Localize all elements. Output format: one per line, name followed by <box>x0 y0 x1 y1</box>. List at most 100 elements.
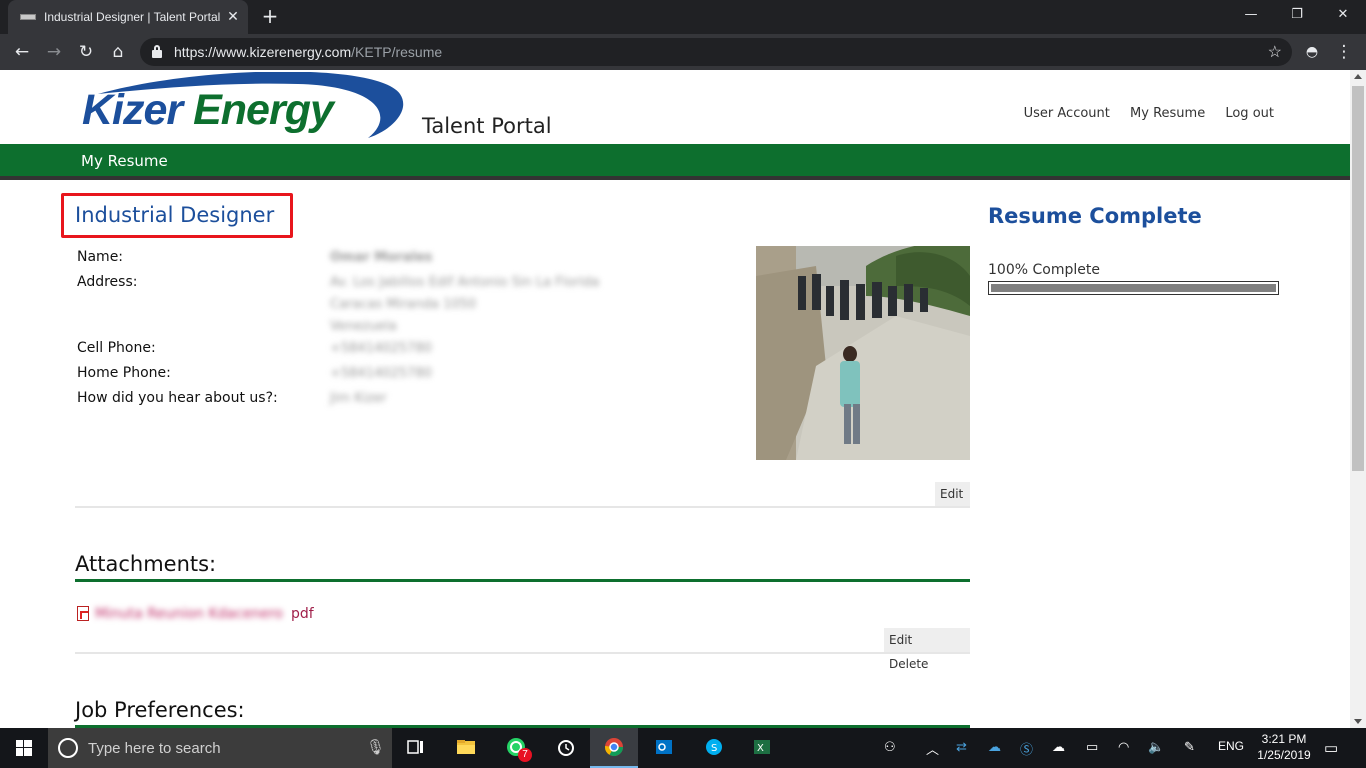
resume-progress-fill <box>991 284 1276 292</box>
task-view-button[interactable] <box>392 728 440 768</box>
referral-label: How did you hear about us?: <box>77 390 278 406</box>
browser-tab[interactable]: Industrial Designer | Talent Portal ✕ <box>8 0 248 34</box>
scroll-up-icon[interactable] <box>1354 74 1362 79</box>
cell-phone-value: +58414025780 <box>330 341 432 356</box>
windows-taskbar: Type here to search 🎙 7 S X ⚇ ︿ ⇄ ☁ Ⓢ ☁ … <box>0 728 1366 768</box>
user-account-link[interactable]: User Account <box>1024 106 1110 121</box>
back-icon[interactable]: ← <box>10 40 34 64</box>
edit-attachment-button[interactable]: Edit <box>884 633 917 647</box>
whatsapp-button[interactable]: 7 <box>492 728 540 768</box>
show-hidden-icons-chevron-icon[interactable]: ︿ <box>926 739 939 758</box>
pdf-icon <box>77 606 89 621</box>
site-header: Kizer Energy Talent Portal User Account … <box>0 70 1350 144</box>
window-close-icon[interactable]: ✕ <box>1320 0 1366 30</box>
address-label: Address: <box>77 274 138 290</box>
logo-wordmark: Kizer Energy <box>82 86 334 134</box>
teamviewer-tray-icon[interactable]: ⇄ <box>956 739 967 755</box>
onedrive-cloud-icon[interactable]: ☁ <box>988 739 1001 755</box>
browser-tab-strip: Industrial Designer | Talent Portal ✕ + … <box>0 0 1366 34</box>
tab-close-icon[interactable]: ✕ <box>224 7 242 25</box>
upload-cloud-icon[interactable]: ☁ <box>1052 739 1065 755</box>
chrome-button[interactable] <box>590 728 638 768</box>
task-view-icon <box>407 740 423 754</box>
clock-time: 3:21 PM <box>1261 732 1307 746</box>
tab-title: Industrial Designer | Talent Portal <box>44 10 221 24</box>
outlook-icon <box>656 740 672 754</box>
cell-phone-label: Cell Phone: <box>77 340 156 356</box>
windows-logo-icon <box>16 740 32 756</box>
home-phone-label: Home Phone: <box>77 365 171 381</box>
battery-icon[interactable]: ▭ <box>1086 739 1098 755</box>
name-label: Name: <box>77 249 124 265</box>
alarm-app-button[interactable] <box>542 728 590 768</box>
bookmark-star-icon[interactable]: ☆ <box>1268 42 1282 62</box>
new-tab-icon[interactable]: + <box>258 5 282 29</box>
home-icon[interactable]: ⌂ <box>106 40 130 64</box>
forward-icon[interactable]: → <box>42 40 66 64</box>
whatsapp-badge: 7 <box>518 748 532 762</box>
address-line-3: Venezuela <box>330 319 397 334</box>
attachments-divider <box>75 652 970 654</box>
folder-icon <box>457 740 475 754</box>
menu-icon[interactable]: ⋮ <box>1332 40 1356 64</box>
attachment-extension[interactable]: pdf <box>291 606 314 622</box>
profile-photo <box>756 246 970 460</box>
address-line-2: Caracas Miranda 1050 <box>330 297 477 312</box>
outlook-button[interactable] <box>640 728 688 768</box>
referral-value: Jim Kizer <box>330 391 387 406</box>
action-center-icon[interactable]: ▭ <box>1324 739 1338 757</box>
home-phone-value: +58414025780 <box>330 366 432 381</box>
scroll-thumb[interactable] <box>1352 86 1364 471</box>
wifi-icon[interactable]: ◠ <box>1118 739 1129 755</box>
attachments-heading: Attachments: <box>75 552 217 576</box>
lock-icon <box>152 45 162 58</box>
volume-icon[interactable]: 🔈 <box>1148 739 1164 755</box>
main-nav-bar: My Resume <box>0 144 1350 180</box>
log-out-link[interactable]: Log out <box>1225 106 1274 121</box>
people-icon[interactable]: ⚇ <box>884 739 896 755</box>
minimize-icon[interactable]: — <box>1228 0 1274 30</box>
cortana-icon <box>58 738 78 758</box>
search-placeholder: Type here to search <box>88 740 221 757</box>
job-preferences-heading: Job Preferences: <box>75 698 245 722</box>
portal-title: Talent Portal <box>422 114 552 138</box>
job-title: Industrial Designer <box>75 203 275 227</box>
attachments-rule <box>75 579 970 582</box>
kizer-energy-logo[interactable]: Kizer Energy <box>78 72 408 140</box>
url-text: https://www.kizerenergy.com/KETP/resume <box>174 44 443 60</box>
attachment-filename[interactable]: Minuta Reunion Kdacenero <box>95 606 283 622</box>
my-resume-link[interactable]: My Resume <box>1130 106 1205 121</box>
address-line-1: Av. Los Jabillos Edif Antonio Sin La Flo… <box>330 275 600 290</box>
chrome-icon <box>605 738 623 757</box>
excel-icon: X <box>754 740 770 754</box>
microphone-icon[interactable]: 🎙 <box>366 738 385 756</box>
page-scrollbar[interactable] <box>1350 70 1366 728</box>
pen-workspace-icon[interactable]: ✎ <box>1184 739 1195 755</box>
attachment-actions: Edit Delete <box>884 628 970 671</box>
skype-button[interactable]: S <box>690 728 738 768</box>
restore-icon[interactable]: ❐ <box>1274 0 1320 30</box>
start-button[interactable] <box>0 728 48 768</box>
skype-icon: S <box>706 739 722 755</box>
skype-tray-icon[interactable]: Ⓢ <box>1020 739 1033 758</box>
profile-divider <box>75 506 970 508</box>
page-viewport: Kizer Energy Talent Portal User Account … <box>0 70 1350 728</box>
edit-profile-button[interactable]: Edit <box>935 487 968 501</box>
svg-text:S: S <box>711 743 717 754</box>
delete-attachment-button[interactable]: Delete <box>884 657 933 671</box>
taskbar-search[interactable]: Type here to search 🎙 <box>48 728 392 768</box>
incognito-icon[interactable]: ◓ <box>1300 40 1324 64</box>
browser-toolbar: ← → ↻ ⌂ https://www.kizerenergy.com/KETP… <box>0 34 1366 70</box>
system-clock[interactable]: 3:21 PM 1/25/2019 <box>1252 731 1316 763</box>
input-language[interactable]: ENG <box>1218 739 1244 753</box>
file-explorer-button[interactable] <box>442 728 490 768</box>
nav-my-resume[interactable]: My Resume <box>81 152 168 170</box>
excel-button[interactable]: X <box>738 728 786 768</box>
top-links: User Account My Resume Log out <box>1008 106 1274 121</box>
address-bar[interactable]: https://www.kizerenergy.com/KETP/resume … <box>140 38 1292 66</box>
resume-complete-heading: Resume Complete <box>988 204 1202 228</box>
clock-date: 1/25/2019 <box>1257 748 1311 762</box>
scroll-down-icon[interactable] <box>1354 719 1362 724</box>
profile-actions: Edit <box>935 482 970 506</box>
reload-icon[interactable]: ↻ <box>74 40 98 64</box>
